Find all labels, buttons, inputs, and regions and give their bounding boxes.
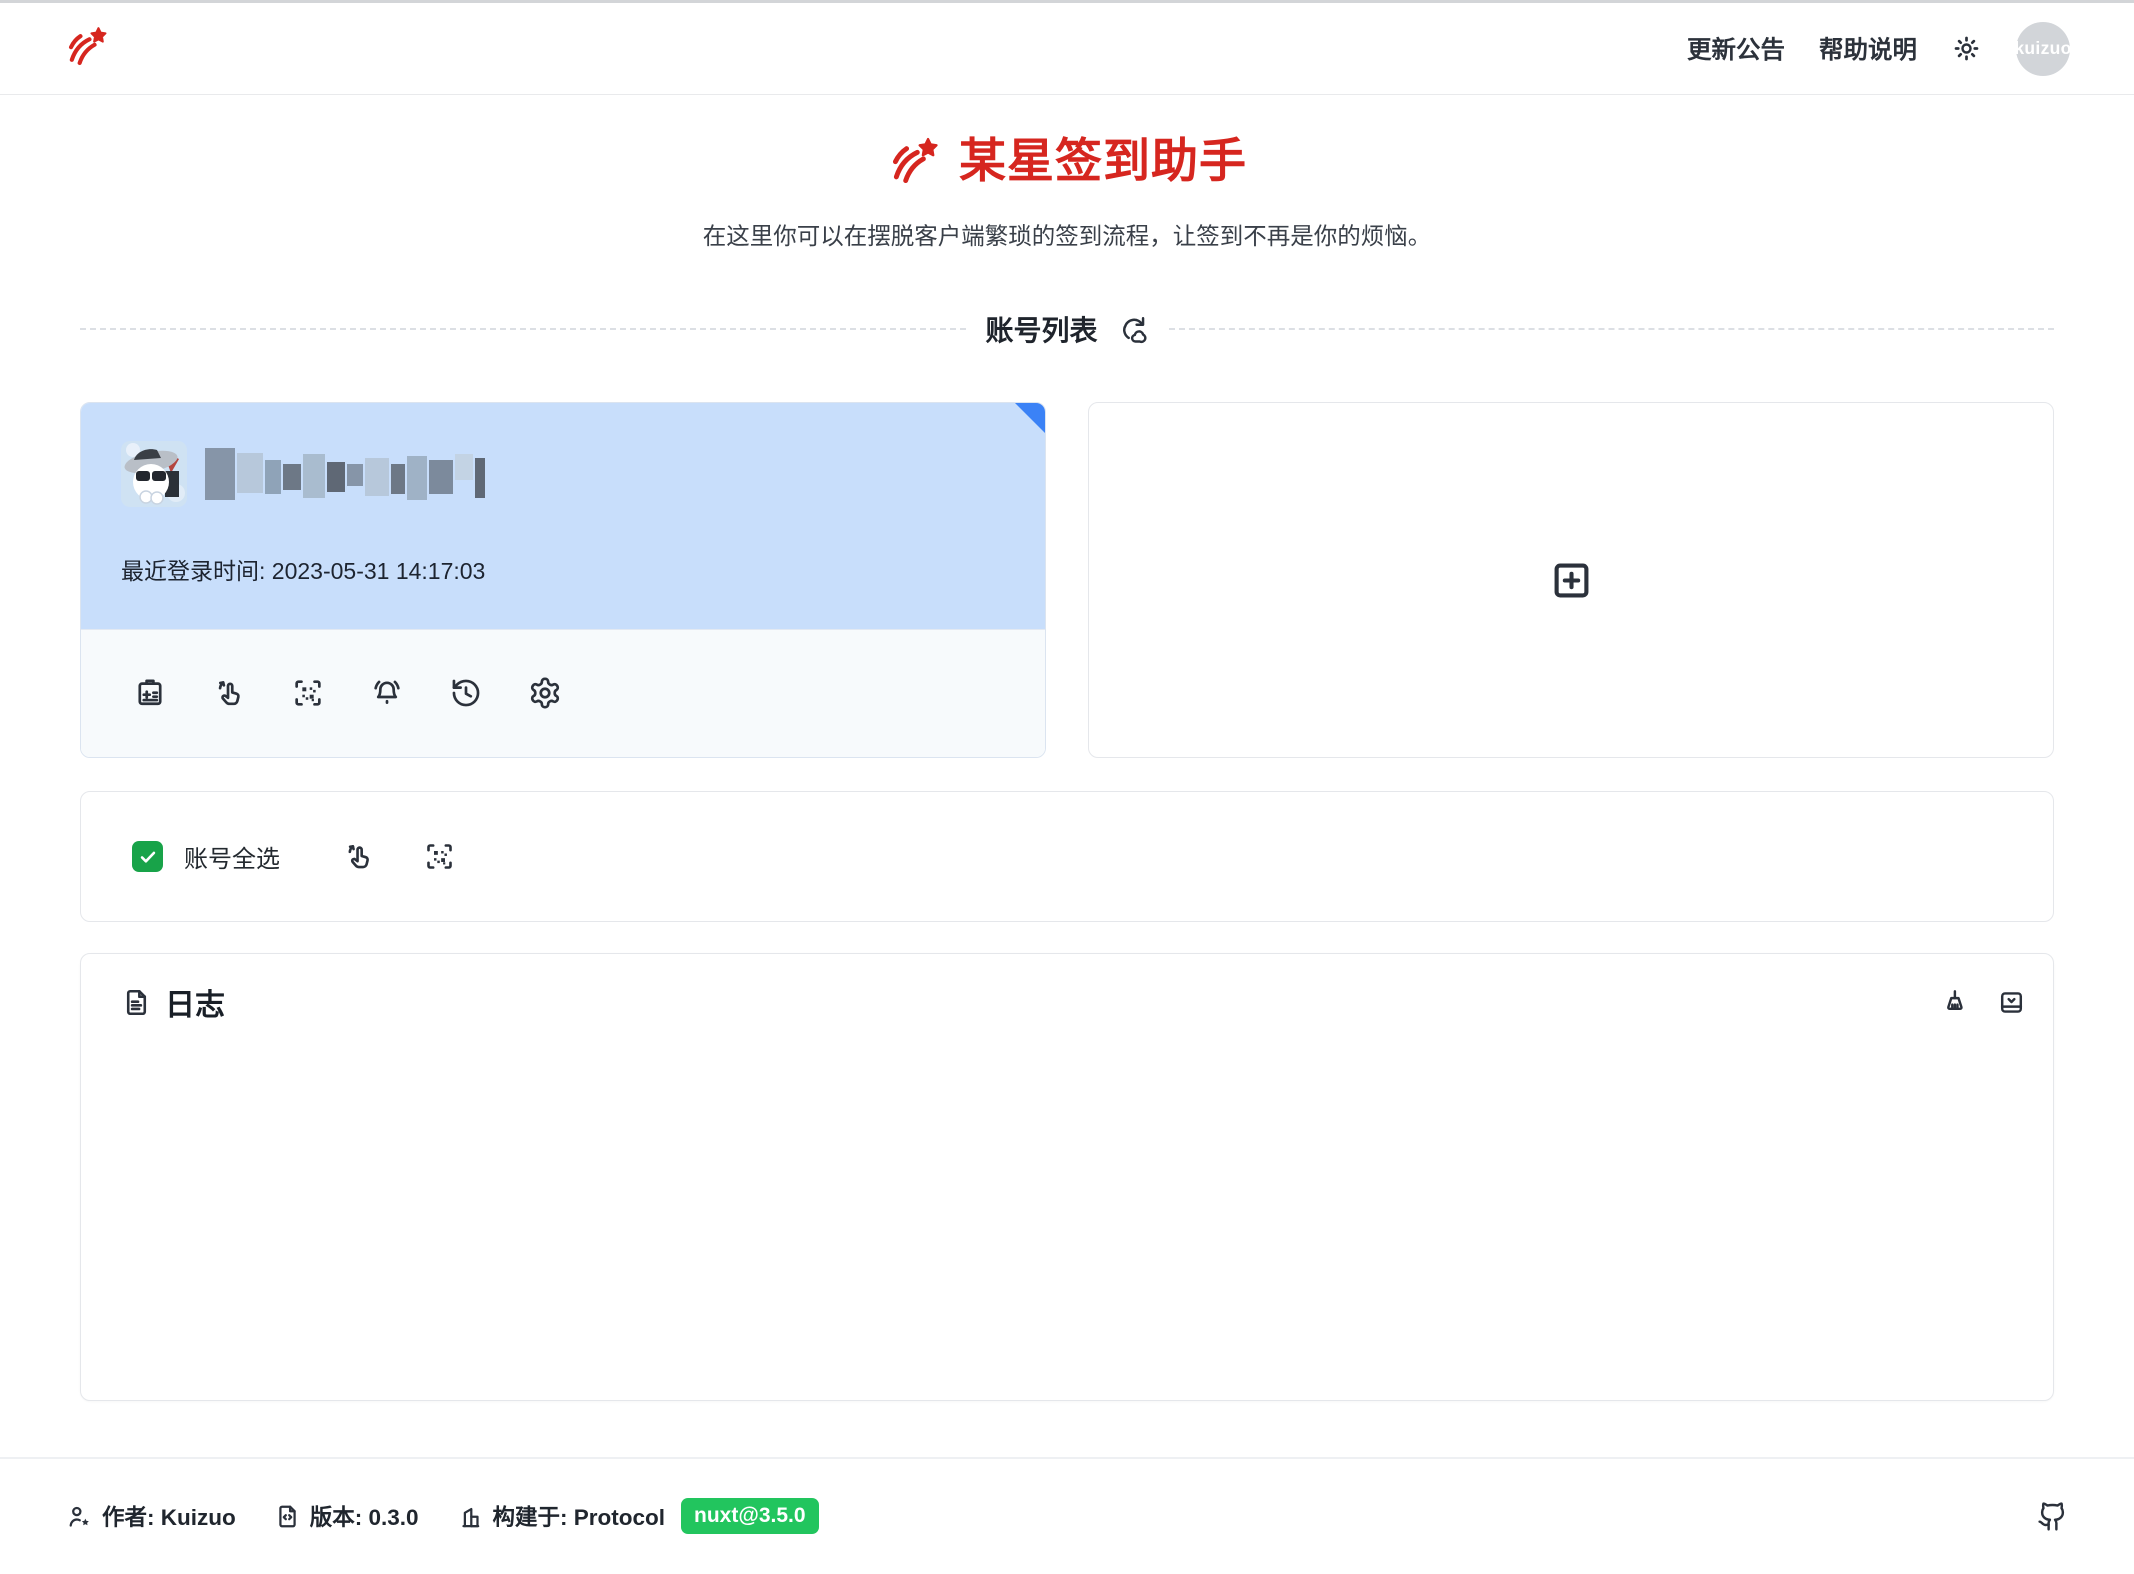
navbar: 更新公告 帮助说明 kuizuo — [0, 3, 2134, 95]
nav-link-announcements[interactable]: 更新公告 — [1687, 31, 1785, 66]
qr-scan-icon — [291, 676, 325, 710]
page-title: 某星签到助手 — [80, 133, 2054, 189]
export-log-button[interactable] — [1996, 987, 2027, 1018]
navbar-right: 更新公告 帮助说明 kuizuo — [1687, 22, 2070, 76]
footer-built-with: 构建于: Protocol — [457, 1500, 666, 1532]
page-subtitle: 在这里你可以在摆脱客户端繁琐的签到流程，让签到不再是你的烦恼。 — [80, 221, 2054, 251]
github-link[interactable] — [2037, 1501, 2068, 1532]
footer-author: 作者: Kuizuo — [66, 1500, 236, 1532]
batch-sign-in-button[interactable] — [342, 840, 375, 873]
notification-button[interactable] — [370, 676, 404, 710]
batch-qr-scan-button[interactable] — [423, 840, 456, 873]
account-card[interactable]: 最近登录时间: 2023-05-31 14:17:03 — [80, 402, 1046, 758]
user-star-icon — [66, 1503, 93, 1530]
page-footer: 作者: Kuizuo 版本: 0.3.0 构建于: Protocol nuxt@… — [0, 1459, 2134, 1573]
account-list-title: 账号列表 — [986, 309, 1098, 349]
nav-link-help[interactable]: 帮助说明 — [1819, 31, 1917, 66]
censored-username — [205, 448, 485, 500]
click-hand-icon — [342, 840, 375, 873]
last-login-time: 最近登录时间: 2023-05-31 14:17:03 — [121, 557, 1005, 585]
qr-scan-button[interactable] — [291, 676, 325, 710]
select-all-bar: 账号全选 — [80, 791, 2054, 922]
broom-icon — [1939, 987, 1970, 1018]
framework-badge: nuxt@3.5.0 — [681, 1498, 819, 1534]
select-all-checkbox[interactable] — [132, 841, 163, 872]
last-login-label: 最近登录时间: — [121, 558, 265, 584]
plus-square-icon — [1548, 557, 1595, 604]
cloud-sync-icon — [1118, 314, 1149, 345]
batch-actions — [342, 840, 456, 873]
account-list-divider: 账号列表 — [80, 311, 2054, 347]
user-avatar[interactable]: kuizuo — [2016, 22, 2070, 76]
log-header: 日志 — [121, 980, 2027, 1024]
history-button[interactable] — [449, 676, 483, 710]
bell-icon — [370, 676, 404, 710]
footer-built-with-text: 构建于: Protocol — [493, 1500, 666, 1532]
shooting-star-logo-icon[interactable] — [64, 23, 111, 75]
github-icon — [2037, 1501, 2068, 1532]
check-icon — [137, 846, 159, 868]
account-card-actions — [81, 629, 1045, 757]
footer-info: 作者: Kuizuo 版本: 0.3.0 构建于: Protocol nuxt@… — [66, 1498, 819, 1534]
select-all-label: 账号全选 — [184, 839, 280, 874]
clear-log-button[interactable] — [1939, 987, 1970, 1018]
page-title-text: 某星签到助手 — [959, 135, 1247, 187]
shooting-star-icon — [887, 133, 943, 189]
building-icon — [457, 1503, 484, 1530]
log-actions — [1939, 987, 2027, 1018]
refresh-accounts-button[interactable] — [1118, 314, 1149, 345]
archive-save-icon — [1996, 987, 2027, 1018]
sun-icon — [1951, 33, 1982, 64]
history-icon — [449, 676, 483, 710]
log-title: 日志 — [165, 980, 225, 1024]
footer-version-text: 版本: 0.3.0 — [310, 1500, 419, 1532]
selected-corner-badge — [1015, 403, 1045, 433]
gear-icon — [528, 676, 562, 710]
add-card-icon — [133, 676, 167, 710]
log-output-area[interactable] — [121, 1024, 2027, 1354]
add-account-card[interactable] — [1088, 402, 2054, 758]
sign-in-button[interactable] — [212, 676, 246, 710]
log-panel: 日志 — [80, 953, 2054, 1401]
file-code-icon — [274, 1503, 301, 1530]
theme-toggle-button[interactable] — [1951, 33, 1982, 64]
account-card-info: 最近登录时间: 2023-05-31 14:17:03 — [81, 403, 1045, 629]
divider-dash-right — [1169, 328, 2055, 330]
footer-version: 版本: 0.3.0 — [274, 1500, 419, 1532]
last-login-value: 2023-05-31 14:17:03 — [272, 558, 486, 584]
document-icon — [121, 987, 152, 1018]
footer-author-text: 作者: Kuizuo — [102, 1500, 236, 1532]
divider-dash-left — [80, 328, 966, 330]
add-card-button[interactable] — [133, 676, 167, 710]
settings-button[interactable] — [528, 676, 562, 710]
account-cards-grid: 最近登录时间: 2023-05-31 14:17:03 — [80, 402, 2054, 758]
click-hand-icon — [212, 676, 246, 710]
account-avatar — [121, 441, 187, 507]
main-content: 某星签到助手 在这里你可以在摆脱客户端繁琐的签到流程，让签到不再是你的烦恼。 账… — [0, 133, 2134, 1401]
qr-scan-icon — [423, 840, 456, 873]
